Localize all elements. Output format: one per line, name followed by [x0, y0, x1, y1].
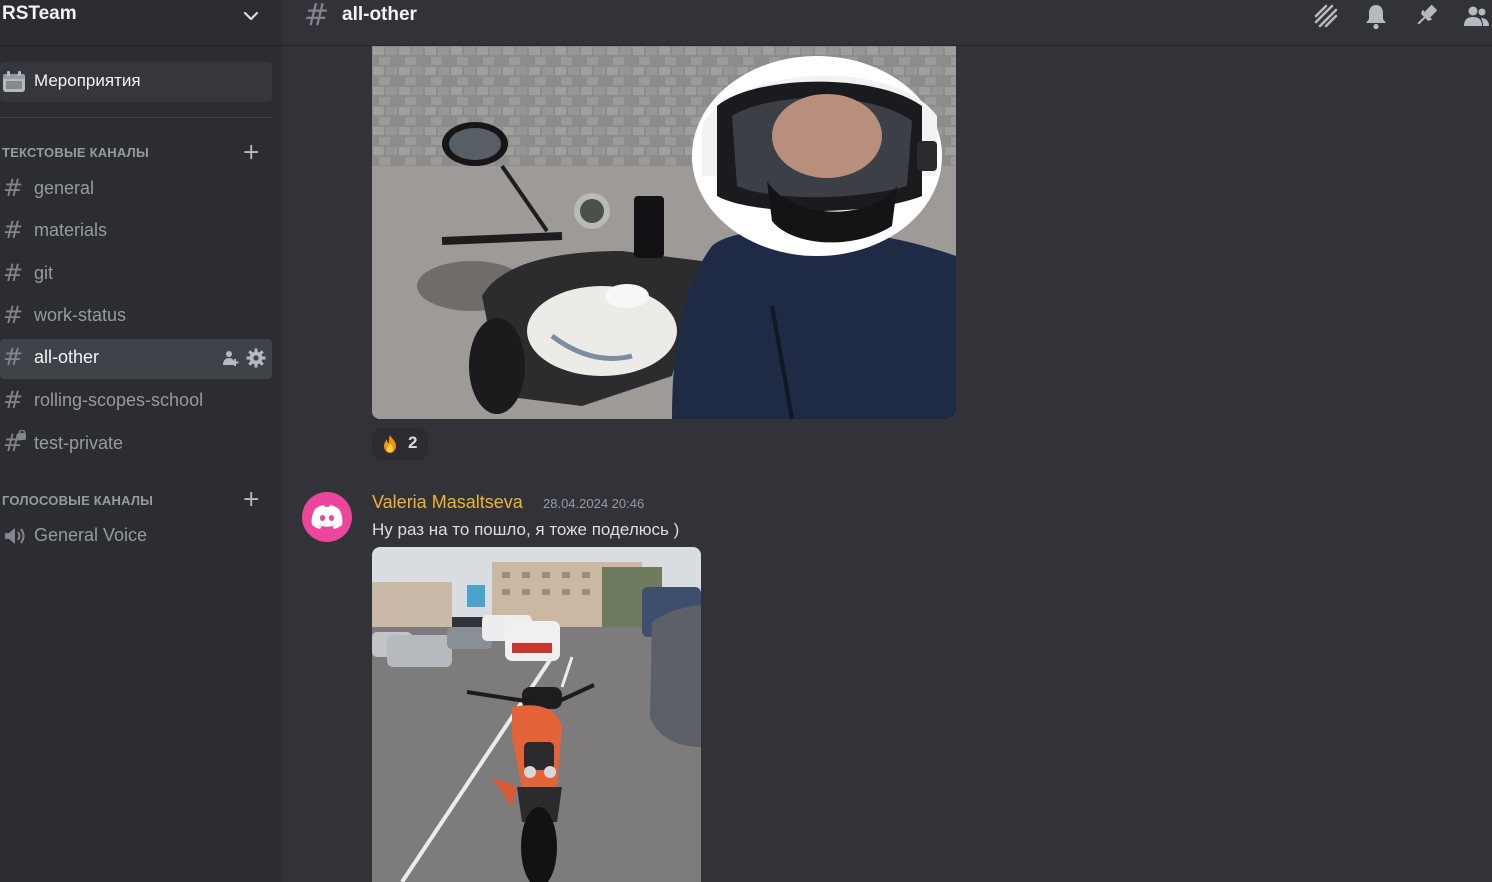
channel-label: rolling-scopes-school: [34, 390, 204, 410]
category-text-channels[interactable]: ТЕКСТОВЫЕ КАНАЛЫ: [2, 145, 149, 160]
channel-general-voice[interactable]: General Voice: [0, 517, 272, 555]
add-text-channel-icon[interactable]: +: [242, 142, 260, 164]
channel-label: git: [34, 263, 54, 283]
message-image-motorcycle[interactable]: [372, 547, 701, 882]
hash-icon: #: [3, 216, 24, 244]
channel-label: General Voice: [34, 525, 148, 545]
speaker-icon: [3, 525, 27, 552]
server-header[interactable]: RSTeam: [0, 0, 282, 46]
channel-sidebar: RSTeam Мероприятия ТЕКСТОВЫЕ КАНАЛЫ + # …: [0, 0, 282, 882]
avatar[interactable]: [302, 492, 352, 542]
discord-logo-icon: [311, 505, 343, 529]
events-item[interactable]: Мероприятия: [0, 62, 272, 102]
threads-icon[interactable]: [1312, 2, 1340, 30]
hash-icon: #: [3, 301, 24, 329]
pin-icon[interactable]: [1412, 2, 1440, 30]
reaction-fire[interactable]: 2: [372, 428, 428, 460]
channel-header: # all-other: [282, 0, 1492, 46]
invite-members-icon[interactable]: [220, 348, 240, 368]
hash-icon: #: [3, 386, 24, 414]
channel-git[interactable]: # git: [0, 255, 272, 293]
hash-lock-icon: #: [3, 429, 29, 461]
channel-label: general: [34, 178, 95, 198]
header-toolbar: [1312, 2, 1490, 30]
hash-icon: #: [3, 259, 24, 287]
chevron-down-icon[interactable]: [242, 7, 260, 25]
message-author[interactable]: Valeria Masaltseva: [372, 492, 523, 513]
message-image-selfie[interactable]: [372, 46, 956, 419]
reaction-count: 2: [408, 433, 418, 452]
channel-title: all-other: [342, 4, 417, 25]
channel-materials[interactable]: # materials: [0, 212, 272, 250]
message-timestamp: 28.04.2024 20:46: [543, 496, 645, 511]
channel-label: work-status: [34, 305, 127, 325]
divider: [0, 117, 272, 118]
fire-emoji: [384, 435, 396, 453]
add-voice-channel-icon[interactable]: +: [242, 489, 260, 511]
message-text: Ну раз на то пошло, я тоже поделюсь ): [372, 520, 680, 539]
events-label: Мероприятия: [34, 71, 141, 90]
server-name: RSTeam: [2, 3, 77, 24]
hash-icon: #: [3, 343, 24, 371]
channel-label: test-private: [34, 433, 124, 453]
channel-general[interactable]: # general: [0, 170, 272, 208]
category-voice-channels[interactable]: ГОЛОСОВЫЕ КАНАЛЫ: [2, 493, 153, 508]
gear-icon[interactable]: [246, 348, 266, 368]
calendar-icon: [3, 71, 25, 92]
channel-label: all-other: [34, 347, 100, 367]
members-icon[interactable]: [1462, 2, 1490, 30]
hash-icon: #: [304, 0, 330, 33]
channel-work-status[interactable]: # work-status: [0, 297, 272, 335]
channel-label: materials: [34, 220, 108, 240]
hash-icon: #: [3, 174, 24, 202]
channel-all-other[interactable]: # all-other: [0, 339, 272, 379]
channel-actions: [220, 348, 266, 368]
channel-rolling-scopes-school[interactable]: # rolling-scopes-school: [0, 382, 272, 420]
bell-icon[interactable]: [1362, 2, 1390, 30]
channel-test-private[interactable]: # test-private: [0, 425, 272, 463]
